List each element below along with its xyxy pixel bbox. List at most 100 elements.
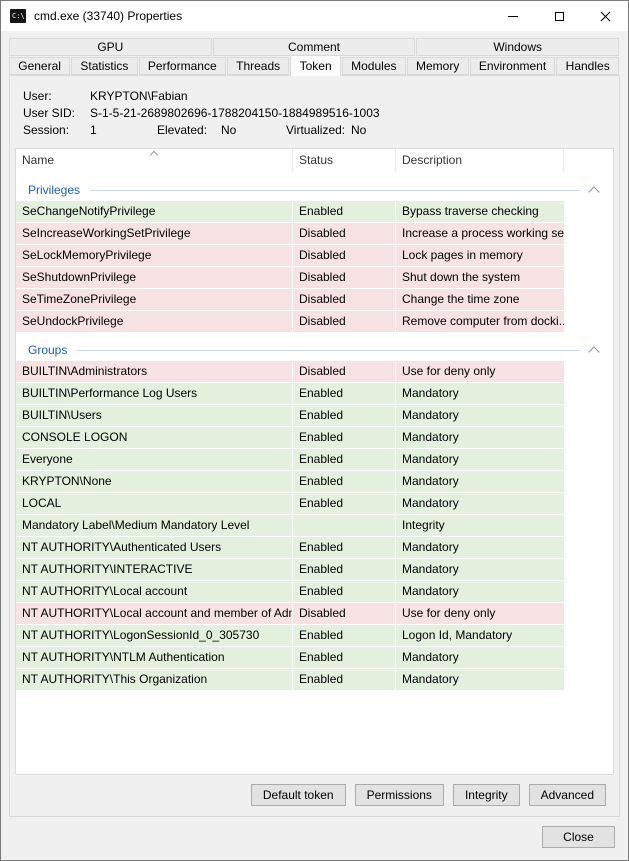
list-row[interactable]: NT AUTHORITY\INTERACTIVEEnabledMandatory	[16, 559, 613, 580]
tab-environment[interactable]: Environment	[470, 57, 556, 75]
row-name: SeUndockPrivilege	[16, 311, 293, 332]
row-description: Mandatory	[396, 405, 564, 426]
list-row[interactable]: SeLockMemoryPrivilegeDisabledLock pages …	[16, 245, 613, 266]
column-header-description[interactable]: Description	[396, 149, 564, 172]
list-row[interactable]: SeIncreaseWorkingSetPrivilegeDisabledInc…	[16, 223, 613, 244]
row-description: Mandatory	[396, 449, 564, 470]
group-header-groups[interactable]: Groups	[16, 339, 613, 361]
permissions-button[interactable]: Permissions	[355, 784, 444, 806]
tab-gpu[interactable]: GPU	[9, 38, 212, 56]
list-row[interactable]: BUILTIN\AdministratorsDisabledUse for de…	[16, 361, 613, 382]
window-controls	[490, 1, 628, 31]
row-status: Enabled	[293, 581, 396, 602]
row-description: Use for deny only	[396, 603, 564, 624]
column-header-description-label: Description	[402, 153, 462, 167]
tab-handles[interactable]: Handles	[556, 57, 619, 75]
row-name: LOCAL	[16, 493, 293, 514]
minimize-button[interactable]	[490, 1, 536, 31]
list-row[interactable]: LOCALEnabledMandatory	[16, 493, 613, 514]
row-description: Bypass traverse checking	[396, 201, 564, 222]
user-sid-label: User SID:	[23, 105, 90, 122]
tab-comment[interactable]: Comment	[213, 38, 416, 56]
tab-threads[interactable]: Threads	[227, 57, 290, 75]
row-name: SeShutdownPrivilege	[16, 267, 293, 288]
row-name: KRYPTON\None	[16, 471, 293, 492]
row-description: Change the time zone	[396, 289, 564, 310]
list-row[interactable]: NT AUTHORITY\Authenticated UsersEnabledM…	[16, 537, 613, 558]
chevron-up-icon[interactable]	[588, 346, 599, 357]
row-name: NT AUTHORITY\This Organization	[16, 669, 293, 690]
row-status: Enabled	[293, 427, 396, 448]
user-sid-value: S-1-5-21-2689802696-1788204150-188498951…	[90, 105, 380, 122]
properties-window: C:\ cmd.exe (33740) Properties GPUCommen…	[0, 0, 629, 861]
list-row[interactable]: SeTimeZonePrivilegeDisabledChange the ti…	[16, 289, 613, 310]
list-row[interactable]: Mandatory Label\Medium Mandatory LevelIn…	[16, 515, 613, 536]
row-name: SeIncreaseWorkingSetPrivilege	[16, 223, 293, 244]
row-status: Enabled	[293, 669, 396, 690]
list-row[interactable]: BUILTIN\UsersEnabledMandatory	[16, 405, 613, 426]
row-status: Disabled	[293, 361, 396, 382]
row-description: Mandatory	[396, 559, 564, 580]
row-name: BUILTIN\Administrators	[16, 361, 293, 382]
list-header: Name Status Description	[16, 149, 613, 172]
integrity-button[interactable]: Integrity	[453, 784, 520, 806]
row-status: Enabled	[293, 493, 396, 514]
row-status: Disabled	[293, 267, 396, 288]
row-description: Integrity	[396, 515, 564, 536]
tab-statistics[interactable]: Statistics	[71, 57, 138, 75]
row-name: NT AUTHORITY\NTLM Authentication	[16, 647, 293, 668]
tab-memory[interactable]: Memory	[407, 57, 469, 75]
dialog-footer: Close	[1, 817, 628, 860]
list-row[interactable]: SeChangeNotifyPrivilegeEnabledBypass tra…	[16, 201, 613, 222]
tab-performance[interactable]: Performance	[139, 57, 226, 75]
row-description: Lock pages in memory	[396, 245, 564, 266]
list-row[interactable]: NT AUTHORITY\LogonSessionId_0_305730Enab…	[16, 625, 613, 646]
list-row[interactable]: SeShutdownPrivilegeDisabledShut down the…	[16, 267, 613, 288]
row-status: Disabled	[293, 311, 396, 332]
list-row[interactable]: NT AUTHORITY\This OrganizationEnabledMan…	[16, 669, 613, 690]
tab-general[interactable]: General	[9, 57, 70, 75]
group-header-privileges[interactable]: Privileges	[16, 179, 613, 201]
chevron-up-icon[interactable]	[588, 186, 599, 197]
row-status: Enabled	[293, 383, 396, 404]
list-row[interactable]: NT AUTHORITY\NTLM AuthenticationEnabledM…	[16, 647, 613, 668]
close-dialog-button[interactable]: Close	[542, 826, 615, 848]
row-description: Shut down the system	[396, 267, 564, 288]
user-sid-row: User SID: S-1-5-21-2689802696-1788204150…	[23, 105, 615, 122]
token-tab-page: User: KRYPTON\Fabian User SID: S-1-5-21-…	[9, 75, 620, 817]
token-info: User: KRYPTON\Fabian User SID: S-1-5-21-…	[23, 88, 615, 139]
row-description: Logon Id, Mandatory	[396, 625, 564, 646]
list-row[interactable]: KRYPTON\NoneEnabledMandatory	[16, 471, 613, 492]
token-listview: Name Status Description PrivilegesSeChan…	[15, 148, 614, 775]
advanced-button[interactable]: Advanced	[529, 784, 606, 806]
tab-row-top: GPUCommentWindows	[9, 38, 620, 56]
row-description: Increase a process working set	[396, 223, 564, 244]
row-description: Mandatory	[396, 537, 564, 558]
group-name: Groups	[28, 343, 67, 357]
column-header-name[interactable]: Name	[16, 149, 293, 172]
tab-windows[interactable]: Windows	[416, 38, 619, 56]
user-label: User:	[23, 88, 90, 105]
close-button[interactable]	[582, 1, 628, 31]
row-status: Enabled	[293, 559, 396, 580]
tab-row-bottom: GeneralStatisticsPerformanceThreadsToken…	[9, 57, 620, 75]
list-body: PrivilegesSeChangeNotifyPrivilegeEnabled…	[16, 179, 613, 690]
list-row[interactable]: NT AUTHORITY\Local accountEnabledMandato…	[16, 581, 613, 602]
column-header-status[interactable]: Status	[293, 149, 396, 172]
row-status: Enabled	[293, 625, 396, 646]
row-description: Mandatory	[396, 427, 564, 448]
column-header-filler	[564, 149, 613, 172]
row-name: SeTimeZonePrivilege	[16, 289, 293, 310]
maximize-button[interactable]	[536, 1, 582, 31]
elevated-label: Elevated:	[157, 122, 221, 139]
list-row[interactable]: BUILTIN\Performance Log UsersEnabledMand…	[16, 383, 613, 404]
list-row[interactable]: SeUndockPrivilegeDisabledRemove computer…	[16, 311, 613, 332]
list-row[interactable]: CONSOLE LOGONEnabledMandatory	[16, 427, 613, 448]
tab-token[interactable]: Token	[290, 55, 341, 76]
tab-modules[interactable]: Modules	[342, 57, 406, 75]
user-value: KRYPTON\Fabian	[90, 88, 188, 105]
default-token-button[interactable]: Default token	[251, 784, 346, 806]
group-divider-line	[77, 350, 580, 351]
list-row[interactable]: EveryoneEnabledMandatory	[16, 449, 613, 470]
list-row[interactable]: NT AUTHORITY\Local account and member of…	[16, 603, 613, 624]
